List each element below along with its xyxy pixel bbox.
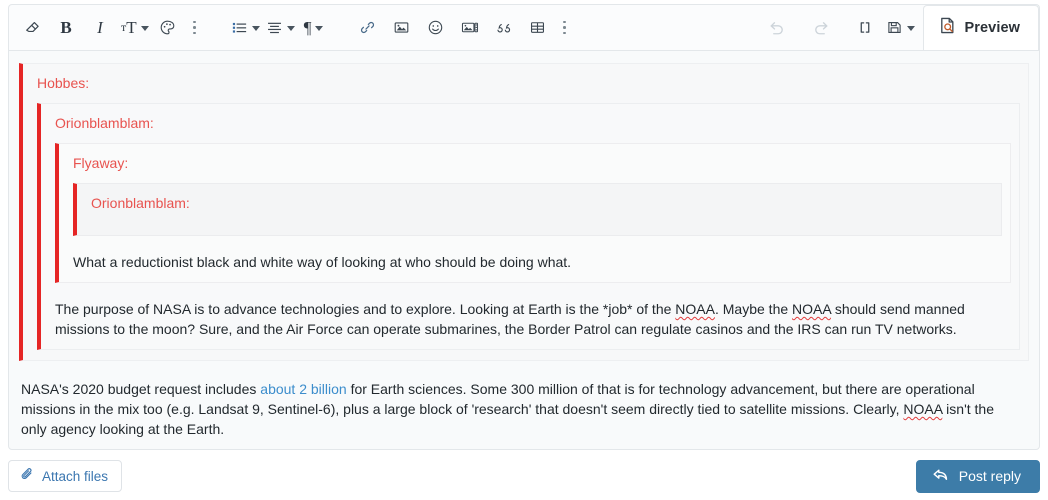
font-size-icon[interactable]: тT [117,12,151,44]
editor-footer: Attach files Post reply [8,458,1040,494]
table-icon[interactable] [521,12,555,44]
save-draft-icon[interactable] [882,12,917,44]
text-part: . Maybe the [714,301,793,317]
quote-level-1: Hobbes: Orionblamblam: Flyaway: Orionbla… [19,63,1029,361]
editor-toolbar: B I тT ¶ Preview [8,4,1040,50]
brackets-icon[interactable] [848,12,882,44]
undo-icon[interactable] [760,12,794,44]
quote-icon[interactable] [487,12,521,44]
quote-level-4: Orionblamblam: [73,183,1002,236]
attach-files-button[interactable]: Attach files [8,460,123,492]
quote-author-3: Flyaway: [73,155,129,171]
reply-arrow-icon [931,466,950,486]
chevron-down-icon [251,26,260,31]
more-formatting-icon[interactable] [185,12,205,44]
chevron-down-icon [286,26,295,31]
post-reply-button[interactable]: Post reply [915,459,1040,493]
quote-level-2: Orionblamblam: Flyaway: Orionblamblam: W… [37,103,1020,350]
quote-author-4: Orionblamblam: [91,195,190,211]
chevron-down-icon [315,26,324,31]
chevron-down-icon [907,26,916,31]
reply-root-paragraph[interactable]: NASA's 2020 budget request includes abou… [19,379,1029,439]
post-reply-label: Post reply [958,468,1021,484]
post-reply-editor: B I тT ¶ Preview Hobbes: Orionblamblam: … [0,0,1048,500]
quote-level-3: Flyaway: Orionblamblam: What a reduction… [55,143,1011,283]
document-preview-icon [938,16,957,40]
preview-button[interactable]: Preview [923,5,1039,50]
text-part: The purpose of NASA is to advance techno… [55,301,676,317]
more-insert-icon[interactable] [555,12,575,44]
text-color-palette-icon[interactable] [151,12,185,44]
image-icon[interactable] [385,12,419,44]
redo-icon[interactable] [804,12,838,44]
bold-icon[interactable]: B [49,12,83,44]
text-part: NASA's 2020 budget request includes [21,381,261,397]
link-icon[interactable] [351,12,385,44]
paragraph-format-icon[interactable]: ¶ [297,12,329,44]
bulleted-list-icon[interactable] [227,12,262,44]
reply-editor-body[interactable]: Hobbes: Orionblamblam: Flyaway: Orionbla… [8,50,1040,450]
quote-level-2-text: The purpose of NASA is to advance techno… [55,299,1011,339]
remove-format-icon[interactable] [15,12,49,44]
misspelled-word: NOAA [675,301,715,317]
toolbar-group-history [760,12,917,44]
media-gallery-icon[interactable] [453,12,487,44]
quote-level-3-text: What a reductionist black and white way … [73,254,572,270]
quote-author-1: Hobbes: [37,75,90,91]
misspelled-word: NOAA [903,401,943,417]
budget-link[interactable]: about 2 billion [260,381,346,397]
preview-button-label: Preview [964,20,1020,36]
chevron-down-icon [140,26,149,31]
paperclip-icon [20,467,35,485]
text-align-icon[interactable] [262,12,297,44]
attach-files-label: Attach files [42,468,109,484]
toolbar-group-paragraph: ¶ [227,12,329,44]
italic-icon[interactable]: I [83,12,117,44]
misspelled-word: NOAA [792,301,831,317]
toolbar-group-formatting: B I тT [15,12,205,44]
quote-author-2: Orionblamblam: [55,115,154,131]
toolbar-group-insert [351,12,575,44]
smiley-icon[interactable] [419,12,453,44]
